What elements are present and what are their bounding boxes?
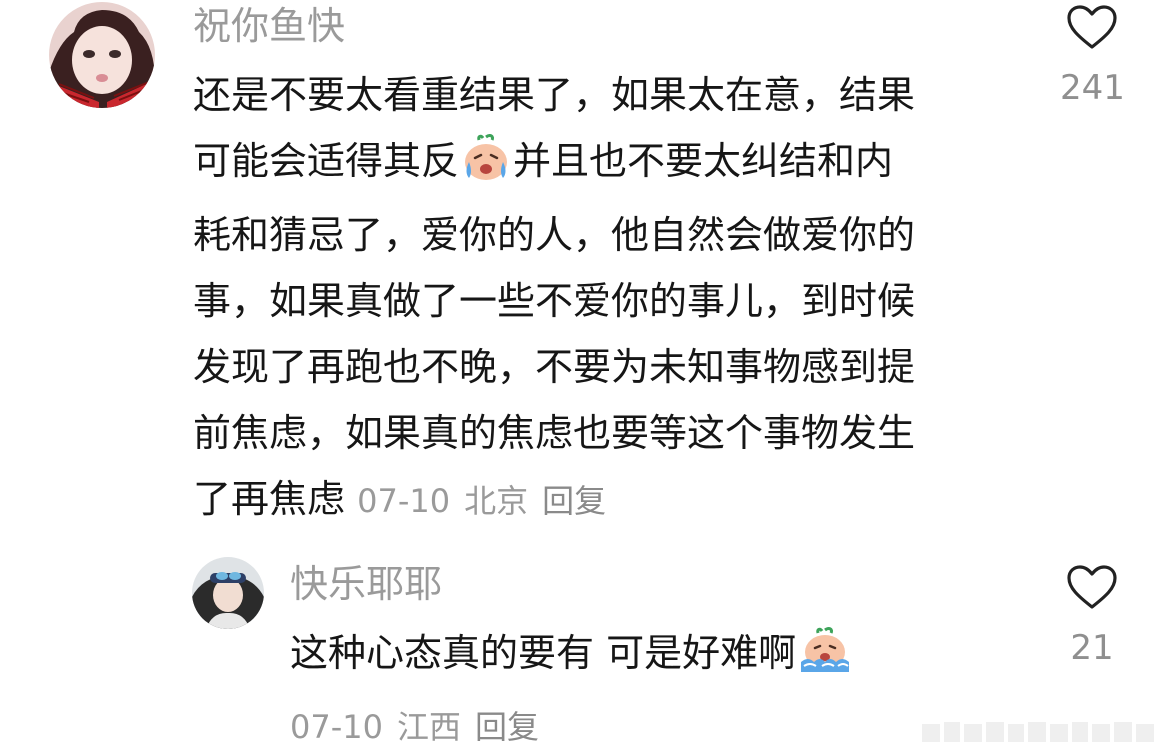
sobbing-face-emoji-icon [798,626,852,694]
reply-button[interactable]: 回复 [475,708,539,746]
avatar-image [49,2,155,108]
comment-meta: 07-10 江西 回复 [290,702,553,748]
comment-username[interactable]: 祝你鱼快 [193,2,345,50]
comment-text-line: 还是不要太看重结果了，如果太在意，结果 [193,73,916,117]
comment-location: 北京 [464,482,529,520]
comment-date: 07-10 [357,482,451,520]
comment-text: 这种心态真的要有 可是好难啊 [290,620,990,694]
comment-location: 江西 [396,708,461,746]
comment-meta: 07-10 北京 回复 [357,482,620,520]
comment-text-segment: 了再焦虑 [193,477,346,521]
watermark [922,718,1162,746]
like-button[interactable]: 21 [1060,564,1124,668]
comment-text-line: 前焦虑，如果真的焦虑也要等这个事物发生 [193,411,916,455]
crying-face-emoji-icon [461,134,511,202]
comment-text: 还是不要太看重结果了，如果太在意，结果 可能会适得其反 并且也不要太纠结和内 耗… [193,62,1023,534]
comment-text-segment: 可能会适得其反 [193,139,460,183]
avatar[interactable] [192,557,264,629]
comment-text-segment: 并且也不要太纠结和内 [513,139,894,183]
heart-outline-icon [1067,5,1117,49]
like-count: 21 [1070,628,1114,668]
like-count: 241 [1060,68,1125,108]
comment-date: 07-10 [290,708,383,746]
heart-outline-icon [1067,565,1117,609]
comment-text-line: 可能会适得其反 并且也不要太纠结和内 [193,128,1023,202]
avatar[interactable] [49,2,155,108]
comment-text-line: 耗和猜忌了，爱你的人，他自然会做爱你的 [193,213,916,257]
comment-username[interactable]: 快乐耶耶 [290,560,442,608]
comment-text-line: 这种心态真的要有 可是好难啊 [290,620,990,694]
avatar-image [192,557,264,629]
comment-text-segment: 这种心态真的要有 可是好难啊 [290,631,797,675]
comment-text-line: 了再焦虑 07-10 北京 回复 [193,466,1023,534]
comment-text-line: 发现了再跑也不晚，不要为未知事物感到提 [193,345,916,389]
comment-text-line: 事，如果真做了一些不爱你的事儿，到时候 [193,279,916,323]
reply-button[interactable]: 回复 [542,482,606,520]
like-button[interactable]: 241 [1060,4,1125,108]
